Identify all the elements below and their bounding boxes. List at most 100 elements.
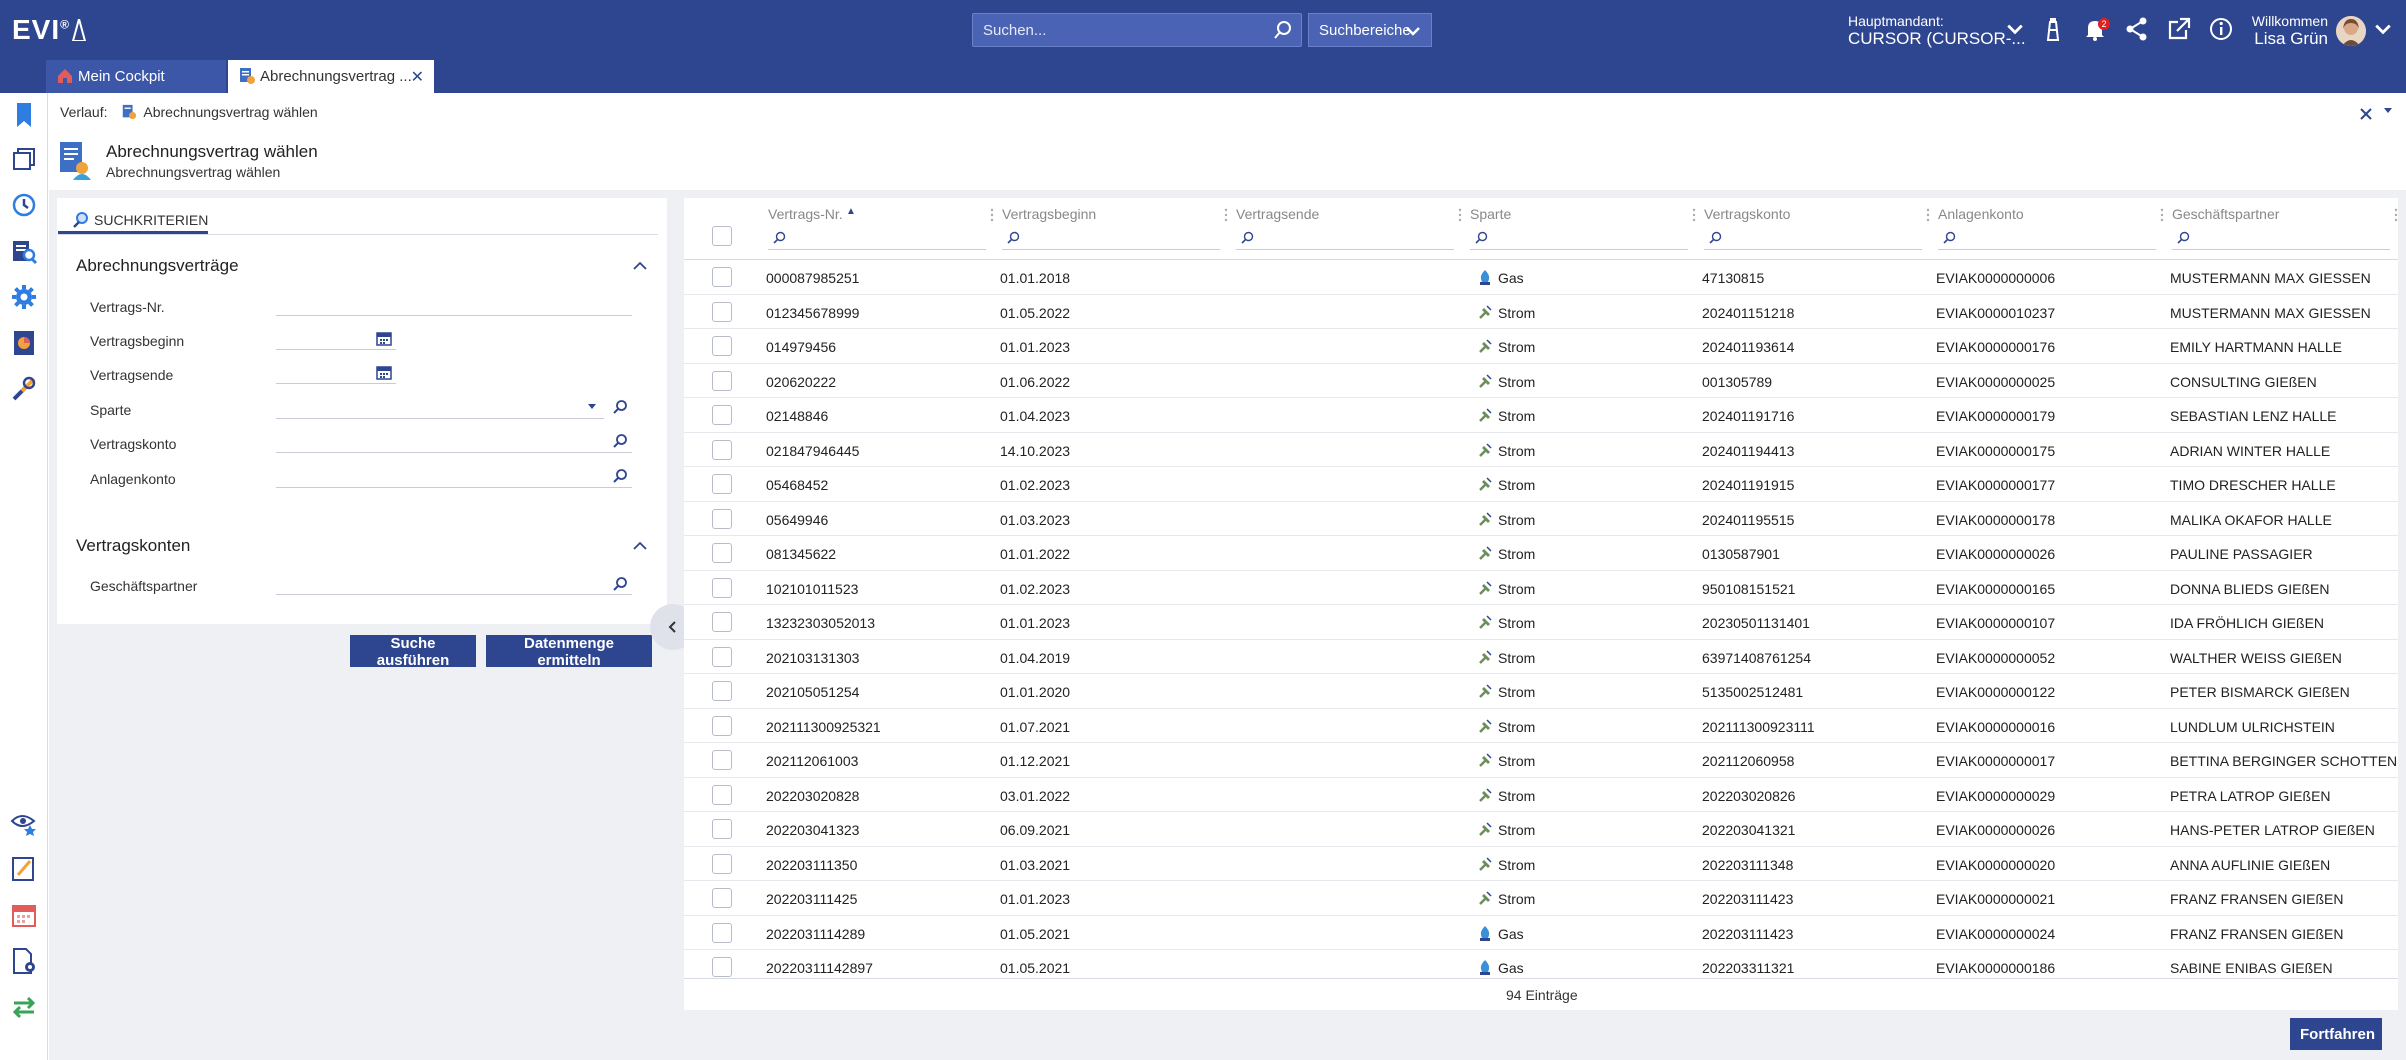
column-resize-handle[interactable] <box>990 208 994 222</box>
watchlist-icon[interactable] <box>10 809 38 837</box>
table-row[interactable]: 020620222 01.06.2022 Strom 001305789 EVIAK00… <box>684 364 2398 398</box>
search-icon[interactable] <box>1273 20 1293 40</box>
column-filter-input[interactable] <box>1236 228 1454 250</box>
row-checkbox[interactable] <box>712 888 732 908</box>
row-checkbox[interactable] <box>712 439 732 460</box>
column-resize-handle[interactable] <box>1458 208 1462 222</box>
row-checkbox[interactable] <box>712 715 732 736</box>
anlagenkonto-input[interactable] <box>276 464 632 488</box>
geschaeftspartner-input[interactable] <box>276 571 632 595</box>
column-header[interactable]: Vertrags-Nr. ▲ <box>768 206 994 254</box>
table-row[interactable]: 202105051254 01.01.2020 Strom 5135002512481… <box>684 674 2398 709</box>
column-header[interactable]: Vertragskonto <box>1704 206 1930 254</box>
table-row[interactable]: 202203111425 01.01.2023 Strom 202203111423 E… <box>684 881 2398 916</box>
caret-down-icon[interactable] <box>586 400 598 412</box>
tab-abrechnungsvertrag[interactable]: Abrechnungsvertrag ... ✕ <box>228 60 434 93</box>
table-row[interactable]: 02148846 01.04.2023 Strom 202401191716 EVIAK… <box>684 398 2398 433</box>
info-icon[interactable] <box>2208 16 2234 42</box>
row-checkbox[interactable] <box>712 612 732 632</box>
tab-mein-cockpit[interactable]: Mein Cockpit <box>46 60 226 93</box>
search-icon[interactable] <box>612 468 628 484</box>
breadcrumb-item[interactable]: Abrechnungsvertrag wählen <box>143 104 317 120</box>
caret-down-icon[interactable] <box>2382 104 2394 116</box>
chevron-up-icon[interactable] <box>632 260 648 270</box>
column-header[interactable]: Anlagenkonto <box>1938 206 2164 254</box>
column-resize-handle[interactable] <box>2394 208 2398 222</box>
row-checkbox[interactable] <box>712 750 732 770</box>
calendar-icon[interactable] <box>376 330 392 346</box>
table-row[interactable]: 20220311142897 01.05.2021 Gas 202203311321 E… <box>684 950 2398 978</box>
global-search-input[interactable] <box>973 14 1263 46</box>
close-icon[interactable] <box>2358 106 2374 122</box>
vertragsnr-input[interactable] <box>276 292 632 316</box>
row-checkbox[interactable] <box>712 301 732 322</box>
table-row[interactable]: 000087985251 01.01.2018 Gas 47130815 EVIAK00… <box>684 260 2398 295</box>
sparte-select[interactable] <box>276 395 604 419</box>
table-row[interactable]: 081345622 01.01.2022 Strom 0130587901 EVIAK0… <box>684 536 2398 571</box>
gear-icon[interactable] <box>10 283 38 311</box>
column-resize-handle[interactable] <box>1926 208 1930 222</box>
column-header[interactable]: Vertragsbeginn <box>1002 206 1228 254</box>
sort-asc-icon[interactable]: ▲ <box>846 206 856 217</box>
table-row[interactable]: 102101011523 01.02.2023 Strom 950108151521 E… <box>684 571 2398 605</box>
table-row[interactable]: 2022031114289 01.05.2021 Gas 202203111423 EV… <box>684 916 2398 950</box>
table-row[interactable]: 202203020828 03.01.2022 Strom 202203020826 E… <box>684 778 2398 812</box>
row-checkbox[interactable] <box>712 922 732 943</box>
column-filter-input[interactable] <box>1002 228 1220 250</box>
table-row[interactable]: 202203041323 06.09.2021 Strom 202203041321 E… <box>684 812 2398 847</box>
row-checkbox[interactable] <box>712 543 732 563</box>
column-resize-handle[interactable] <box>2160 208 2164 222</box>
column-header[interactable]: Sparte <box>1470 206 1696 254</box>
row-checkbox[interactable] <box>712 474 732 494</box>
column-filter-input[interactable] <box>768 228 986 250</box>
count-data-button[interactable]: Datenmenge ermitteln <box>486 635 652 669</box>
column-header[interactable]: Vertragsende <box>1236 206 1462 254</box>
row-checkbox[interactable] <box>712 405 732 425</box>
avatar[interactable] <box>2336 16 2366 46</box>
row-checkbox[interactable] <box>712 267 732 287</box>
vertragskonto-input[interactable] <box>276 429 632 453</box>
notes-icon[interactable] <box>10 855 38 883</box>
continue-button[interactable]: Fortfahren <box>2290 1018 2382 1050</box>
table-row[interactable]: 202111300925321 01.07.2021 Strom 2021113009… <box>684 709 2398 743</box>
select-all-checkbox[interactable] <box>712 226 732 246</box>
app-logo[interactable]: EVI® <box>12 14 87 46</box>
column-filter-input[interactable] <box>1938 228 2156 250</box>
search-icon[interactable] <box>612 433 628 449</box>
close-icon[interactable]: ✕ <box>411 67 424 87</box>
calendar-icon[interactable] <box>10 901 38 929</box>
row-checkbox[interactable] <box>712 681 732 701</box>
search-icon[interactable] <box>612 399 628 415</box>
chevron-down-icon[interactable] <box>2006 20 2024 38</box>
column-filter-input[interactable] <box>2172 228 2390 250</box>
calendar-icon[interactable] <box>376 364 392 380</box>
table-row[interactable]: 05649946 01.03.2023 Strom 202401195515 EVIAK… <box>684 502 2398 536</box>
row-checkbox[interactable] <box>712 336 732 356</box>
table-row[interactable]: 014979456 01.01.2023 Strom 202401193614 EVIA… <box>684 329 2398 364</box>
row-checkbox[interactable] <box>712 646 732 667</box>
chevron-up-icon[interactable] <box>632 540 648 550</box>
row-checkbox[interactable] <box>712 819 732 839</box>
lighthouse-icon[interactable] <box>2040 16 2066 42</box>
sync-icon[interactable] <box>10 993 38 1021</box>
search-area-dropdown[interactable]: Suchbereiche <box>1308 13 1432 47</box>
document-search-icon[interactable] <box>10 237 38 265</box>
row-checkbox[interactable] <box>712 370 732 391</box>
bookmark-icon[interactable] <box>10 101 38 129</box>
table-row[interactable]: 012345678999 01.05.2022 Strom 202401151218 E… <box>684 295 2398 329</box>
table-row[interactable]: 05468452 01.02.2023 Strom 202401191915 EVIAK… <box>684 467 2398 502</box>
table-row[interactable]: 202103131303 01.04.2019 Strom 6397140876125… <box>684 640 2398 674</box>
search-execute-button[interactable]: Suche ausführen <box>350 635 476 669</box>
mandant-selector[interactable]: Hauptmandant: CURSOR (CURSOR-... <box>1848 12 2026 48</box>
search-icon[interactable] <box>612 576 628 592</box>
row-checkbox[interactable] <box>712 577 732 598</box>
share-icon[interactable] <box>2124 16 2150 42</box>
chevron-down-icon[interactable] <box>2374 20 2392 38</box>
column-resize-handle[interactable] <box>1692 208 1696 222</box>
column-resize-handle[interactable] <box>1224 208 1228 222</box>
report-chart-icon[interactable] <box>10 329 38 357</box>
windows-icon[interactable] <box>10 145 38 173</box>
tools-icon[interactable] <box>10 375 38 403</box>
table-row[interactable]: 202112061003 01.12.2021 Strom 202112060958 E… <box>684 743 2398 778</box>
row-checkbox[interactable] <box>712 853 732 874</box>
